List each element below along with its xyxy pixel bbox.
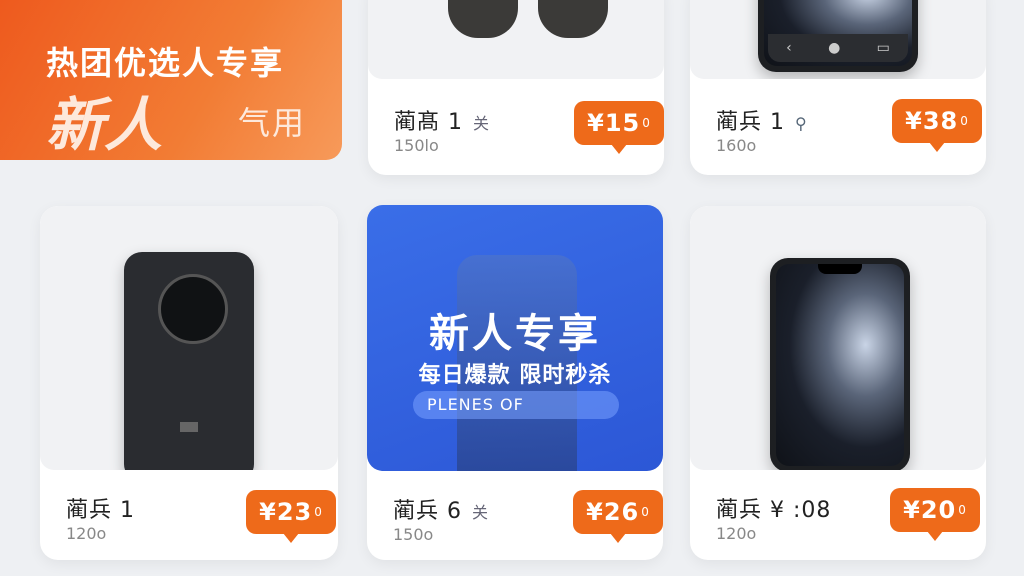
price-value: ¥26 bbox=[586, 498, 640, 526]
product-sub: 160o bbox=[716, 136, 757, 155]
product-sub: 150o bbox=[393, 525, 434, 544]
back-icon: ‹ bbox=[786, 40, 792, 56]
search-user-icon: ⚲ bbox=[795, 114, 808, 133]
product-card-5[interactable]: 蔺兵 ¥ :08 120o ¥20 0 bbox=[690, 206, 986, 560]
promo-pill[interactable]: PLENES OF bbox=[413, 391, 619, 419]
product-tag: 关 bbox=[473, 114, 491, 133]
price-unit: 0 bbox=[641, 505, 650, 519]
price-unit: 0 bbox=[958, 503, 967, 517]
phone-logo bbox=[180, 422, 198, 432]
product-card-3[interactable]: 蔺兵 1 120o ¥23 0 bbox=[40, 206, 338, 560]
price-unit: 0 bbox=[314, 505, 323, 519]
price-badge[interactable]: ¥23 0 bbox=[246, 490, 336, 543]
product-image bbox=[40, 206, 338, 470]
phone-nav-bar: ‹ ● ▭ bbox=[768, 34, 908, 62]
product-name: 蔺兵 1 ⚲ bbox=[716, 110, 808, 135]
price-badge[interactable]: ¥38 0 bbox=[892, 99, 982, 152]
product-name: 蔺兵 1 bbox=[66, 498, 135, 523]
product-name: 蔺兵 6关 bbox=[393, 499, 490, 524]
phone-image: ‹ ● ▭ bbox=[758, 0, 918, 72]
price-badge[interactable]: ¥20 0 bbox=[890, 488, 980, 541]
product-card-1[interactable]: 蔺髙 1关 150lo ¥15 0 bbox=[368, 0, 664, 175]
home-icon: ● bbox=[828, 40, 841, 56]
banner-side-text: 气用 bbox=[238, 104, 307, 142]
price-value: ¥38 bbox=[905, 107, 959, 135]
promo-title: 新人专享 bbox=[429, 311, 601, 357]
recent-apps-icon: ▭ bbox=[876, 40, 890, 56]
new-user-promo-card[interactable]: 新人专享 每日爆款 限时秒杀 PLENES OF bbox=[367, 205, 663, 471]
phone-image bbox=[124, 252, 254, 470]
banner-big-text: 新人 bbox=[46, 91, 163, 159]
product-sub: 120o bbox=[716, 524, 757, 543]
product-image bbox=[690, 206, 986, 470]
product-image: ‹ ● ▭ bbox=[690, 0, 986, 79]
product-tag: 关 bbox=[472, 503, 490, 522]
earbuds-image bbox=[538, 0, 608, 38]
price-badge[interactable]: ¥15 0 bbox=[574, 101, 664, 154]
price-value: ¥23 bbox=[259, 498, 313, 526]
camera-module bbox=[158, 274, 228, 344]
price-unit: 0 bbox=[960, 114, 969, 128]
price-badge[interactable]: ¥26 0 bbox=[573, 490, 663, 543]
price-unit: 0 bbox=[642, 116, 651, 130]
price-value: ¥15 bbox=[587, 109, 641, 137]
phone-image bbox=[770, 258, 910, 470]
earbuds-image bbox=[448, 0, 518, 38]
product-image bbox=[368, 0, 664, 79]
new-user-banner[interactable]: 热团优选人专享 新人 气用 bbox=[0, 0, 342, 160]
product-sub: 120o bbox=[66, 524, 107, 543]
product-sub: 150lo bbox=[394, 136, 439, 155]
product-name: 蔺兵 ¥ :08 bbox=[716, 498, 832, 523]
price-value: ¥20 bbox=[903, 496, 957, 524]
product-name: 蔺髙 1关 bbox=[394, 110, 491, 135]
product-card-2[interactable]: ‹ ● ▭ 蔺兵 1 ⚲ 160o ¥38 0 bbox=[690, 0, 986, 175]
promo-subtitle: 每日爆款 限时秒杀 bbox=[418, 363, 612, 388]
